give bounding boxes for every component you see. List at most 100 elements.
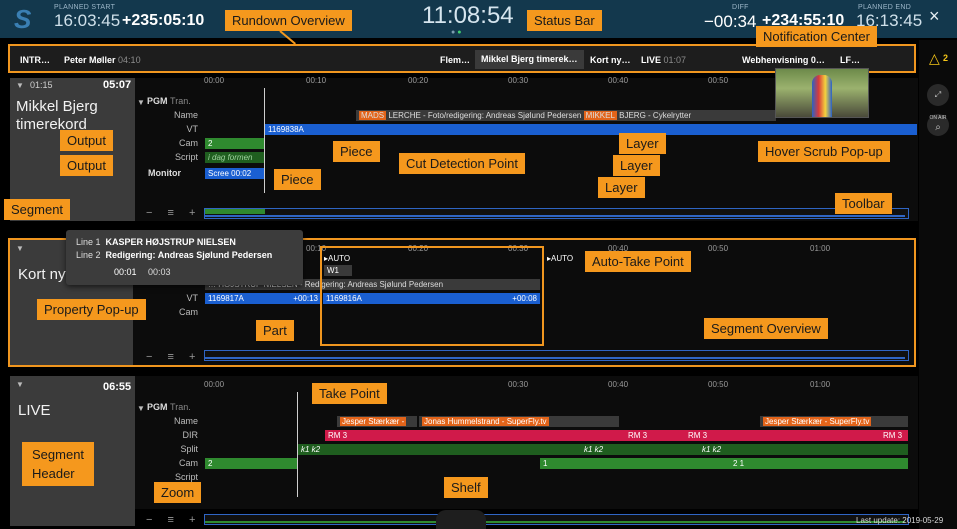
annotation-notification-center: Notification Center: [756, 26, 877, 47]
timeline-tick: 00:30: [508, 76, 529, 85]
annotation-toolbar: Toolbar: [835, 193, 892, 214]
name-piece[interactable]: Jesper Stærkær -: [337, 416, 417, 427]
hover-scrub-thumbnail: [775, 68, 869, 118]
segment-time: 06:55: [103, 381, 132, 393]
planned-start-label: PLANNED START: [54, 4, 116, 11]
timeline-tick: 00:00: [204, 380, 225, 389]
rundown-item[interactable]: Kort ny…: [590, 55, 631, 65]
timeline-tick: 01:00: [810, 244, 831, 253]
annotation-property-popup: Property Pop-up: [37, 299, 146, 320]
collapse-icon[interactable]: ▼: [137, 404, 145, 413]
split-piece[interactable]: k1 k2 k1 k2 k1 k2: [298, 444, 908, 455]
rundown-item[interactable]: LF…: [840, 55, 860, 65]
source-label: Split: [180, 444, 198, 454]
segment-title: Kort nyt: [18, 266, 70, 283]
annotation-zoom: Zoom: [154, 482, 202, 503]
zoom-toolbar[interactable]: − ≡ +: [146, 514, 201, 526]
on-air-button[interactable]: ON AIR ⌕: [927, 114, 949, 136]
take-line: [264, 88, 265, 193]
rundown-item-active[interactable]: Mikkel Bjerg timerek…: [475, 50, 584, 69]
property-popup: Line 1 KASPER HØJSTRUP NIELSEN Line 2 Re…: [66, 230, 303, 285]
annotation-segment-header: Segment Header: [22, 442, 95, 486]
take-point-line[interactable]: [297, 392, 298, 497]
source-label: VT: [186, 124, 198, 134]
timeline-tick: 01:00: [810, 380, 831, 389]
annotation-hover-scrub: Hover Scrub Pop-up: [758, 141, 890, 162]
collapse-icon[interactable]: ▼: [16, 380, 24, 389]
diff-label: DIFF: [732, 4, 749, 11]
last-update: Last update: 2019-05-29: [856, 516, 944, 525]
rundown-item[interactable]: INTR…: [20, 55, 50, 65]
source-label: Script: [174, 472, 198, 482]
dir-piece[interactable]: RM 3: [880, 430, 908, 441]
sofie-logo: S: [14, 4, 32, 34]
dir-piece[interactable]: RM 3: [625, 430, 685, 441]
planned-start-time: 16:03:45: [54, 11, 121, 30]
popup-line1: Line 1 KASPER HØJSTRUP NIELSEN: [76, 237, 236, 247]
script-piece[interactable]: i dag formen: [205, 152, 265, 163]
output-monitor: Monitor: [148, 168, 181, 178]
segment-duration: 01:15: [30, 80, 53, 90]
rundown-item[interactable]: Flem…: [440, 55, 470, 65]
zoom-toolbar[interactable]: − ≡ +: [146, 207, 201, 219]
cam-piece[interactable]: 2: [205, 138, 265, 149]
diff-value: −00:34: [704, 12, 757, 31]
annotation-status-bar: Status Bar: [527, 10, 602, 31]
rundown-item[interactable]: Webhenvisning 0…: [742, 55, 825, 65]
segment-mini-overview[interactable]: [204, 514, 909, 525]
segment-body: [135, 376, 918, 509]
cam-piece[interactable]: 2: [205, 458, 297, 469]
popup-time-b: 00:03: [148, 267, 171, 277]
source-label: Script: [174, 152, 198, 162]
name-piece[interactable]: MADS LERCHE - Foto/redigering: Andreas S…: [356, 110, 776, 121]
annotation-layer: Layer: [619, 133, 666, 154]
collapse-icon[interactable]: ▼: [16, 81, 24, 90]
zoom-toolbar[interactable]: − ≡ +: [146, 351, 201, 363]
auto-take-point[interactable]: ▸AUTO: [547, 254, 573, 263]
annotation-segment: Segment: [4, 199, 71, 220]
connection-dots: ●●: [451, 29, 464, 36]
close-icon[interactable]: ×: [929, 6, 940, 27]
annotation-segment-overview: Segment Overview: [704, 318, 828, 339]
dir-piece[interactable]: RM 3: [325, 430, 625, 441]
annotation-piece: Piece: [333, 141, 380, 162]
fullscreen-icon[interactable]: ⤢: [927, 84, 949, 106]
part-outline[interactable]: [320, 246, 544, 346]
output-pgm: PGM Tran.: [147, 96, 191, 106]
popup-line2: Line 2 Redigering: Andreas Sjølund Peder…: [76, 250, 273, 260]
timeline-tick: 00:50: [708, 76, 729, 85]
shelf-handle[interactable]: [436, 510, 486, 529]
timeline-tick: 00:10: [306, 76, 327, 85]
start-offset: +235:05:10: [122, 12, 205, 29]
name-piece[interactable]: Jesper Stærkær - SuperFly.tv: [760, 416, 908, 427]
segment-title: Mikkel Bjerg timerekord: [16, 98, 98, 133]
current-clock: 11:08:54: [422, 2, 514, 29]
annotation-auto-take: Auto-Take Point: [585, 251, 691, 272]
annotation-shelf: Shelf: [444, 477, 488, 498]
collapse-icon[interactable]: ▼: [16, 244, 24, 253]
output-pgm: PGM Tran.: [147, 402, 191, 412]
monitor-piece[interactable]: Scree 00:02: [205, 168, 265, 179]
source-label: Name: [173, 110, 198, 120]
rundown-item[interactable]: Peter Møller 04:10: [64, 55, 141, 65]
timeline-tick: 00:50: [708, 380, 729, 389]
collapse-icon[interactable]: ▼: [137, 98, 145, 107]
vt-piece[interactable]: 1169838A: [265, 124, 917, 135]
annotation-rundown-overview: Rundown Overview: [225, 10, 352, 31]
cam-piece[interactable]: 12 1: [540, 458, 908, 469]
annotation-part: Part: [256, 320, 294, 341]
annotation-layer: Layer: [598, 177, 645, 198]
segment-title: LIVE: [18, 402, 51, 419]
vt-piece[interactable]: 1169817A +00:13: [205, 293, 321, 304]
dir-piece[interactable]: RM 3: [685, 430, 880, 441]
name-piece[interactable]: Jonas Hummelstrand - SuperFly.tv: [419, 416, 619, 427]
rundown-item[interactable]: LIVE 01:07: [641, 55, 686, 65]
timeline-tick: 00:30: [508, 380, 529, 389]
segment-time: 05:07: [103, 79, 132, 91]
segment-mini-overview[interactable]: [204, 350, 909, 361]
source-label: DIR: [182, 430, 199, 440]
annotation-cut-detection: Cut Detection Point: [399, 153, 526, 174]
segment-mini-overview[interactable]: [204, 208, 909, 219]
notification-count: 2: [943, 53, 949, 63]
source-label: VT: [186, 293, 198, 303]
